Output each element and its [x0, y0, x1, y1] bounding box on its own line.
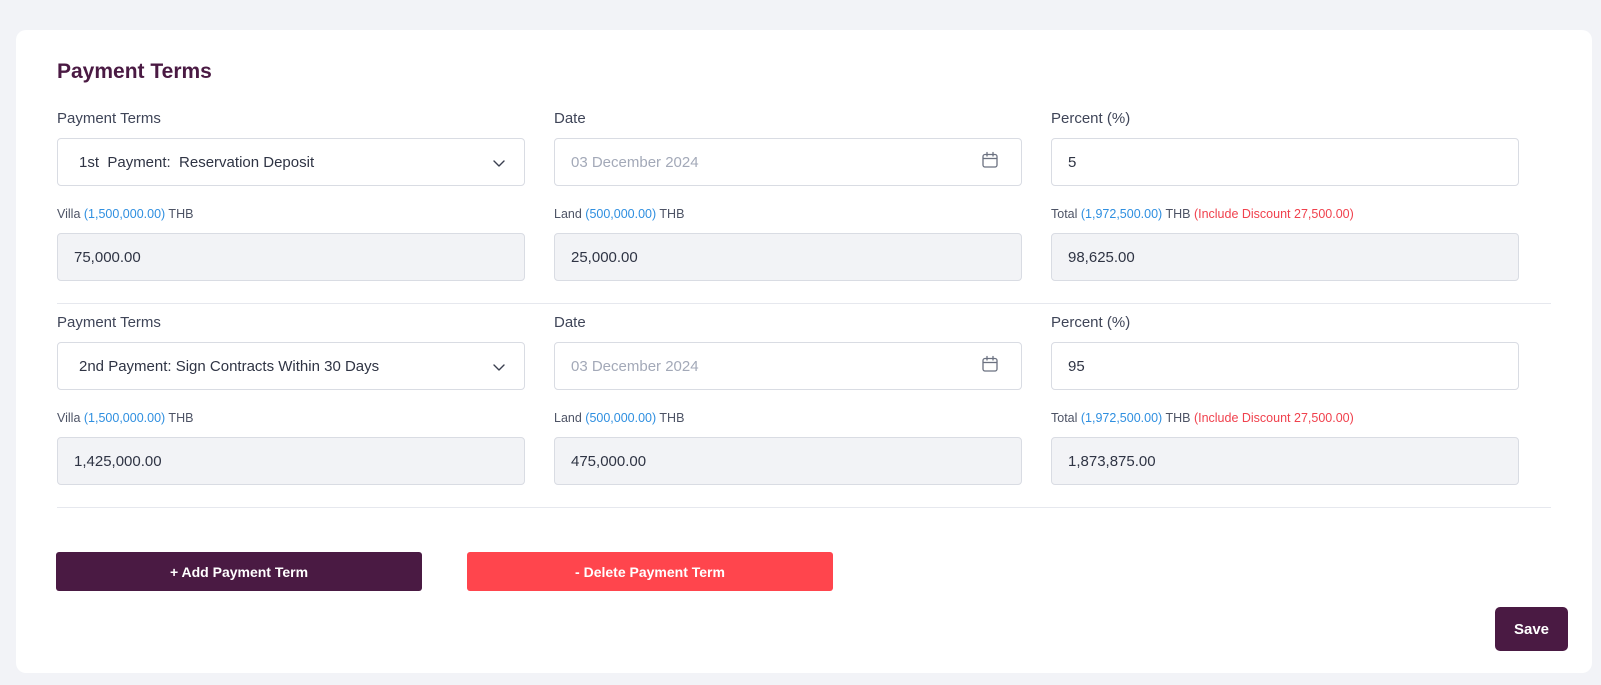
- total-amount: (1,972,500.00): [1080, 207, 1163, 221]
- total-value: 1,873,875.00: [1068, 452, 1156, 470]
- payment-terms-select-value: 1st Payment: Reservation Deposit: [79, 153, 315, 171]
- divider: [57, 507, 1551, 508]
- total-value: 98,625.00: [1068, 248, 1135, 266]
- divider: [57, 303, 1551, 304]
- discount-note: (Include Discount 27,500.00): [1193, 411, 1354, 425]
- percent-input[interactable]: 5: [1051, 138, 1519, 186]
- payment-terms-card: Payment Terms Payment Terms Date Percent…: [16, 30, 1592, 673]
- date-input[interactable]: 03 December 2024: [554, 342, 1022, 390]
- land-amount: (500,000.00): [585, 411, 657, 425]
- total-amount: (1,972,500.00): [1080, 411, 1163, 425]
- section-title: Payment Terms: [57, 60, 212, 83]
- land-value: 475,000.00: [571, 452, 647, 470]
- date-value: 03 December 2024: [571, 357, 699, 375]
- add-payment-term-button[interactable]: + Add Payment Term: [56, 552, 422, 591]
- land-value: 25,000.00: [571, 248, 638, 266]
- land-value-field: 475,000.00: [554, 437, 1022, 485]
- villa-amount: (1,500,000.00): [83, 207, 166, 221]
- calendar-icon[interactable]: [981, 355, 999, 373]
- land-label: Land (500,000.00) THB: [554, 207, 685, 221]
- total-label: Total (1,972,500.00) THB (Include Discou…: [1051, 411, 1354, 425]
- villa-value: 75,000.00: [74, 248, 141, 266]
- villa-value-field: 75,000.00: [57, 233, 525, 281]
- villa-label: Villa (1,500,000.00) THB: [57, 207, 194, 221]
- villa-amount: (1,500,000.00): [83, 411, 166, 425]
- land-label: Land (500,000.00) THB: [554, 411, 685, 425]
- date-label: Date: [554, 314, 586, 331]
- chevron-down-icon: [493, 364, 505, 371]
- payment-terms-select-value: 2nd Payment: Sign Contracts Within 30 Da…: [79, 357, 380, 375]
- chevron-down-icon: [493, 160, 505, 167]
- percent-input[interactable]: 95: [1051, 342, 1519, 390]
- payment-terms-select[interactable]: 2nd Payment: Sign Contracts Within 30 Da…: [57, 342, 525, 390]
- percent-label: Percent (%): [1051, 314, 1131, 331]
- total-value-field: 1,873,875.00: [1051, 437, 1519, 485]
- land-amount: (500,000.00): [585, 207, 657, 221]
- total-label: Total (1,972,500.00) THB (Include Discou…: [1051, 207, 1354, 221]
- percent-value: 95: [1068, 357, 1085, 375]
- delete-payment-term-button[interactable]: - Delete Payment Term: [467, 552, 833, 591]
- total-value-field: 98,625.00: [1051, 233, 1519, 281]
- payment-terms-label: Payment Terms: [57, 314, 161, 331]
- percent-value: 5: [1068, 153, 1077, 171]
- calendar-icon[interactable]: [981, 151, 999, 169]
- save-button[interactable]: Save: [1495, 607, 1568, 651]
- payment-terms-select[interactable]: 1st Payment: Reservation Deposit: [57, 138, 525, 186]
- date-input[interactable]: 03 December 2024: [554, 138, 1022, 186]
- discount-note: (Include Discount 27,500.00): [1193, 207, 1354, 221]
- villa-value: 1,425,000.00: [74, 452, 162, 470]
- date-value: 03 December 2024: [571, 153, 699, 171]
- villa-label: Villa (1,500,000.00) THB: [57, 411, 194, 425]
- land-value-field: 25,000.00: [554, 233, 1022, 281]
- percent-label: Percent (%): [1051, 110, 1131, 127]
- date-label: Date: [554, 110, 586, 127]
- villa-value-field: 1,425,000.00: [57, 437, 525, 485]
- payment-terms-label: Payment Terms: [57, 110, 161, 127]
